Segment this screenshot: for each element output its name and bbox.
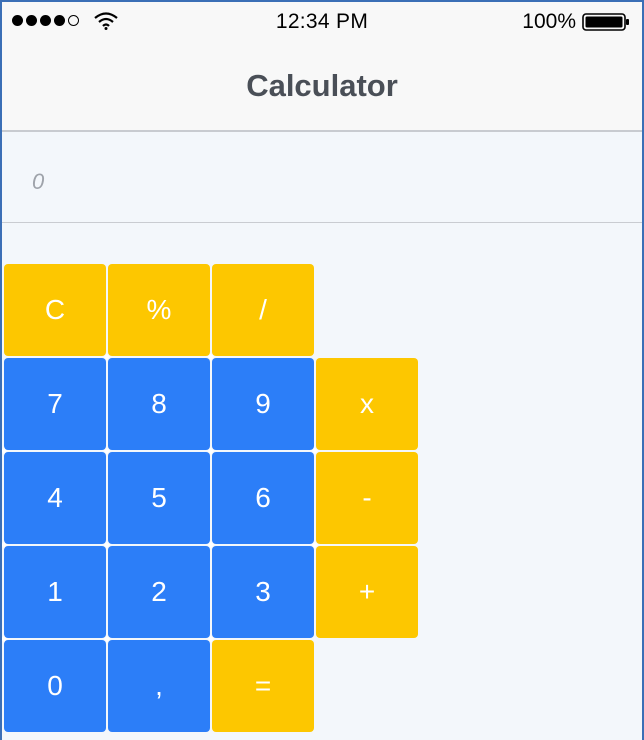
- battery-icon: [582, 13, 629, 31]
- sparkle-icon: ✦: [101, 537, 113, 553]
- digit-6-button[interactable]: 6: [212, 452, 314, 544]
- digit-7-button[interactable]: 7: [4, 358, 106, 450]
- sparkle-icon: ✦: [2, 632, 10, 646]
- digit-8-button[interactable]: 8: [108, 358, 210, 450]
- sparkle-icon: ✦: [2, 444, 10, 458]
- sparkle-icon: ✦: [101, 631, 113, 647]
- status-bar: 12:34 PM 100%: [2, 2, 642, 42]
- decimal-button[interactable]: ,: [108, 640, 210, 732]
- plus-button[interactable]: +: [316, 546, 418, 638]
- digit-1-button[interactable]: 1: [4, 546, 106, 638]
- sparkle-icon: ✦: [309, 443, 321, 459]
- battery-percent: 100%: [522, 10, 576, 33]
- equals-button[interactable]: =: [212, 640, 314, 732]
- clear-button[interactable]: C: [4, 264, 106, 356]
- sparkle-icon: ✦: [205, 349, 217, 365]
- minus-button[interactable]: -: [316, 452, 418, 544]
- sparkle-icon: ✦: [101, 349, 113, 365]
- calculator-display: 0: [2, 132, 642, 223]
- page-title: Calculator: [246, 68, 398, 103]
- digit-4-button[interactable]: 4: [4, 452, 106, 544]
- digit-5-button[interactable]: 5: [108, 452, 210, 544]
- navigation-bar: Calculator: [2, 42, 642, 132]
- digit-0-button[interactable]: 0: [4, 640, 106, 732]
- app-window: 12:34 PM 100% Calculator 0 C % / 7 8 9 x…: [0, 0, 644, 740]
- multiply-button[interactable]: x: [316, 358, 418, 450]
- sparkle-icon: ✦: [309, 537, 321, 553]
- sparkle-icon: ✦: [101, 443, 113, 459]
- percent-button[interactable]: %: [108, 264, 210, 356]
- digit-2-button[interactable]: 2: [108, 546, 210, 638]
- divide-button[interactable]: /: [212, 264, 314, 356]
- display-value: 0: [32, 169, 45, 194]
- sparkle-icon: ✦: [205, 443, 217, 459]
- sparkle-icon: ✦: [2, 538, 10, 552]
- digit-3-button[interactable]: 3: [212, 546, 314, 638]
- sparkle-icon: ✦: [205, 537, 217, 553]
- sparkle-icon: ✦: [205, 631, 217, 647]
- digit-9-button[interactable]: 9: [212, 358, 314, 450]
